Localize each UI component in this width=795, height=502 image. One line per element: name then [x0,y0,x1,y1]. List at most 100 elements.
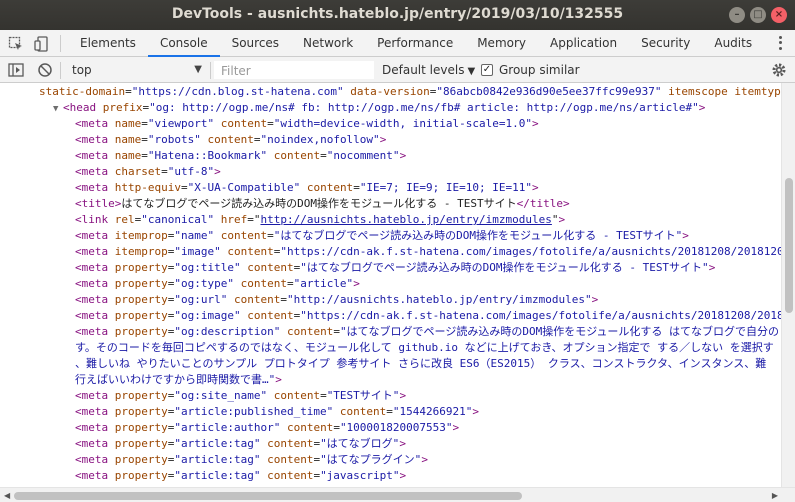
device-toolbar-icon[interactable] [34,36,50,52]
code-token: "canonical" [141,213,215,226]
code-token: > [399,469,407,482]
code-token: <meta [75,245,109,258]
code-token: = [333,325,340,338]
code-token: "og:title" [174,261,241,274]
gear-icon[interactable] [771,62,787,78]
code-token: "og:url" [174,293,228,306]
code-token: property [108,261,168,274]
tab-memory[interactable]: Memory [465,30,538,57]
code-token: "article:published_time" [174,405,334,418]
code-token: <meta [75,325,109,338]
code-token: "article" [293,277,354,290]
code-token: > [399,437,406,450]
code-token: content [260,437,314,450]
log-levels-dropdown[interactable]: Default levels ▼ [382,60,475,80]
code-token: prefix [96,101,143,114]
code-token: "noindex,nofollow" [260,133,380,146]
more-options-icon[interactable] [777,35,783,51]
tab-security[interactable]: Security [629,30,702,57]
context-selector[interactable]: top ▼ [66,60,206,80]
code-token: itemprop [108,229,168,242]
sidebar-toggle-icon[interactable] [8,62,24,78]
horizontal-scrollbar[interactable]: ◀ ▶ [0,487,795,502]
code-token: = [247,213,254,226]
group-similar-checkbox[interactable]: ✓ [481,64,493,76]
tab-console[interactable]: Console [147,30,220,57]
code-token: > [353,277,360,290]
code-token: > [682,229,689,242]
code-token: content [260,453,314,466]
code-token: = [267,229,274,242]
minimize-icon[interactable]: – [729,7,745,23]
group-similar-toggle[interactable]: ✓ Group similar [481,60,580,80]
scrollbar-thumb[interactable] [785,178,793,313]
tab-elements[interactable]: Elements [68,30,148,57]
expand-triangle-icon[interactable]: ▼ [53,101,63,117]
code-token: "width=device-width, initial-scale=1.0" [273,117,532,130]
filter-input[interactable]: Filter [214,61,374,79]
code-token: <meta [75,133,109,146]
code-token: property [108,293,168,306]
code-token: content [220,245,274,258]
code-token: content [227,293,281,306]
code-token: property [108,325,168,338]
code-token: = [333,421,340,434]
close-icon[interactable]: × [771,7,787,23]
console-line: <meta charset="utf-8"> [75,164,221,180]
code-token: static-domain [39,85,126,98]
code-token: "はてなプラグイン" [320,453,422,466]
code-token: <title> [75,197,122,210]
console-line: <link rel="canonical" href="http://ausni… [75,212,565,228]
code-token: "https://cdn-ak.f.st-hatena.com/images/f… [300,309,781,322]
canonical-link[interactable]: http://ausnichts.hateblo.jp/entry/imzmod… [260,213,551,226]
code-token: <meta [75,149,109,162]
code-token: content [280,325,334,338]
inspect-element-icon[interactable] [8,36,24,52]
code-token: itemtyp [727,85,781,98]
code-token: <meta [75,181,109,194]
console-output[interactable]: static-domain="https://cdn.blog.st-haten… [0,83,781,487]
code-token: = [267,117,274,130]
tab-audits[interactable]: Audits [702,30,764,57]
code-token: <meta [75,469,109,482]
clear-console-icon[interactable] [37,62,53,78]
tab-network[interactable]: Network [291,30,365,57]
code-token: "utf-8" [167,165,215,178]
code-token: content [300,181,354,194]
console-line: <meta property="article:tag" content="はて… [75,436,406,452]
console-line: <meta property="og:image" content="https… [75,308,781,324]
code-token: content [280,421,334,434]
code-token: property [108,437,168,450]
code-token: > [472,405,480,418]
tab-performance[interactable]: Performance [365,30,465,57]
code-token: name [108,117,142,130]
code-token: " [551,213,559,226]
code-token: "article:tag" [174,469,261,482]
code-token: = [125,85,132,98]
console-line: <meta property="article:tag" content="はて… [75,452,428,468]
tab-sources[interactable]: Sources [220,30,291,57]
code-token: name [108,149,142,162]
code-token: <meta [75,293,109,306]
maximize-icon[interactable]: □ [750,7,766,23]
code-token: <meta [75,309,109,322]
console-line: <meta property="article:tag" content="ja… [75,468,406,484]
code-token: = [141,117,148,130]
code-token: > [532,181,539,194]
code-token: > [698,101,706,114]
console-line: <meta itemprop="name" content="はてなブログでペー… [75,228,689,244]
code-token: "og:description" [174,325,281,338]
code-token: = [280,293,287,306]
code-token: "はてなブログでページ読み込み時のDOM操作をモジュール化する - TESTサイ… [300,261,709,274]
code-token: content [240,309,294,322]
scroll-left-icon[interactable]: ◀ [4,491,10,500]
scroll-right-icon[interactable]: ▶ [772,491,778,500]
scrollbar-thumb[interactable] [14,492,522,500]
code-token: content [267,149,321,162]
console-toolbar: top ▼ Filter Default levels ▼ ✓ Group sim… [0,57,795,83]
code-token: > [275,373,282,386]
tab-application[interactable]: Application [538,30,629,57]
window-title: DevTools - ausnichts.hateblo.jp/entry/20… [171,6,624,22]
log-levels-label: Default levels [382,63,465,77]
vertical-scrollbar[interactable] [781,83,795,487]
